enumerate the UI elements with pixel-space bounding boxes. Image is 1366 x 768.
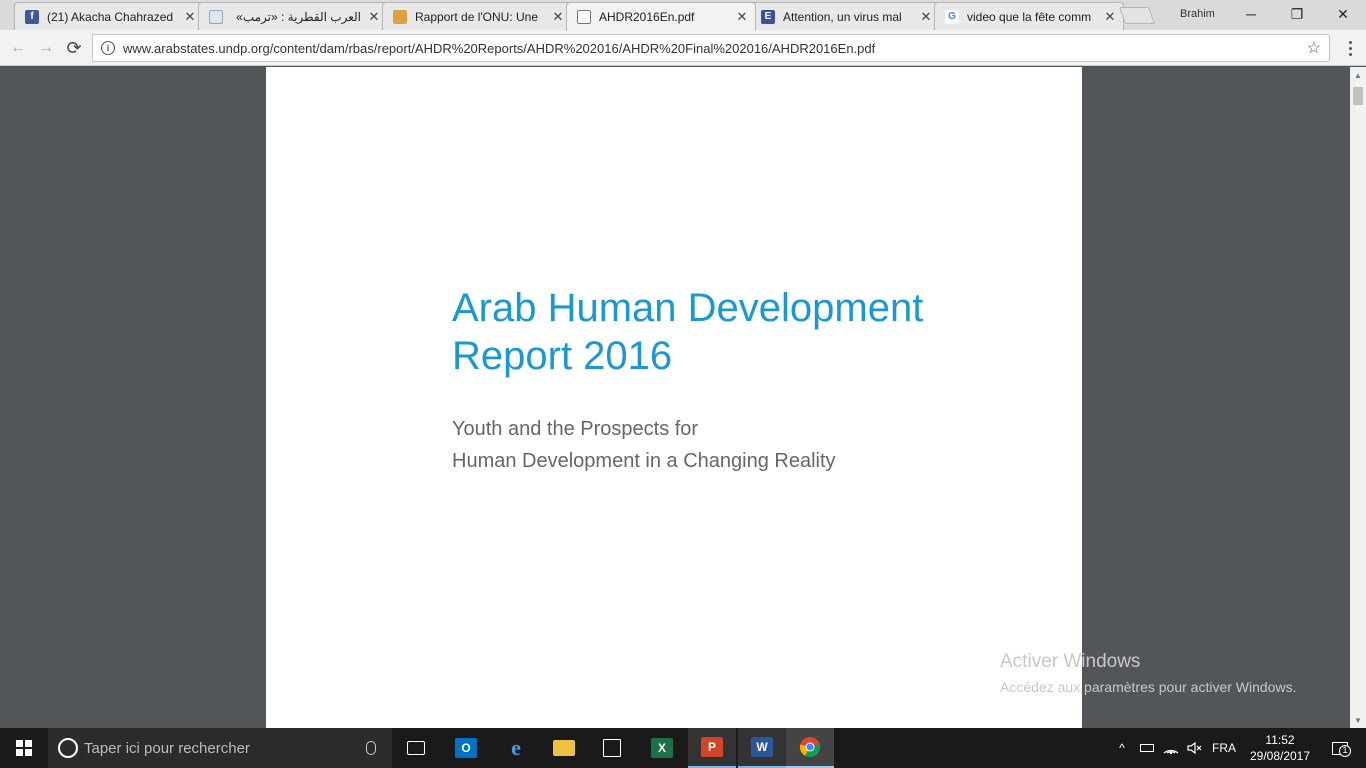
bookmark-star-icon[interactable]: ☆ — [1307, 38, 1321, 58]
activate-windows-watermark: Activer Windows Accédez aux paramètres p… — [1000, 651, 1296, 695]
scroll-down-arrow-icon[interactable]: ▼ — [1350, 712, 1366, 728]
page-icon — [209, 9, 223, 24]
pdf-page: Arab Human Development Report 2016 Youth… — [266, 67, 1082, 728]
tab-alarab[interactable]: العرب القطرية : «ترمب» ✕ — [198, 2, 388, 30]
google-icon: G — [945, 9, 959, 24]
volume-muted-icon[interactable] — [1184, 728, 1206, 768]
tab-title: Attention, un virus mal — [783, 9, 902, 24]
tab-title: video que la fête comm — [967, 9, 1092, 24]
wifi-icon[interactable] — [1160, 728, 1182, 768]
close-tab-icon[interactable]: ✕ — [183, 9, 197, 25]
clock-date: 29/08/2017 — [1249, 749, 1311, 763]
outlook-button[interactable]: O — [442, 728, 490, 768]
tab-rapport-onu[interactable]: Rapport de l'ONU: Une ✕ — [382, 2, 572, 30]
watermark-text: Accédez aux paramètres pour activer Wind… — [1000, 679, 1297, 695]
close-tab-icon[interactable]: ✕ — [735, 9, 749, 25]
browser-menu-button[interactable] — [1340, 38, 1360, 58]
store-icon — [603, 739, 621, 757]
document-title-line2: Report 2016 — [452, 334, 673, 378]
close-tab-icon[interactable]: ✕ — [367, 9, 381, 25]
forward-button[interactable]: → — [34, 36, 58, 60]
tab-title: العرب القطرية : «ترمب» — [236, 9, 361, 24]
pdf-viewer[interactable]: Arab Human Development Report 2016 Youth… — [0, 67, 1350, 728]
excel-icon: X — [651, 738, 673, 758]
document-subtitle-line1: Youth and the Prospects for — [452, 418, 699, 440]
document-subtitle-line2: Human Development in a Changing Reality — [452, 450, 836, 472]
menu-dot — [1348, 52, 1352, 56]
action-center-button[interactable]: 1 — [1322, 728, 1358, 768]
edge-icon: e — [511, 735, 521, 760]
powerpoint-icon: P — [701, 737, 723, 757]
facebook-icon: f — [25, 9, 39, 24]
watermark-title: Activer Windows — [1000, 651, 1141, 672]
battery-icon[interactable] — [1136, 728, 1158, 768]
chrome-button[interactable] — [786, 728, 834, 768]
restore-button[interactable]: ❐ — [1274, 0, 1320, 28]
address-bar[interactable]: i www.arabstates.undp.org/content/dam/rb… — [92, 34, 1330, 62]
close-window-button[interactable]: ✕ — [1320, 0, 1366, 28]
profile-name[interactable]: Brahim — [1180, 8, 1215, 20]
vertical-scrollbar[interactable]: ▲ ▼ — [1350, 67, 1366, 728]
document-icon — [577, 10, 591, 24]
clock-time: 11:52 — [1265, 733, 1295, 747]
new-tab-button[interactable] — [1118, 7, 1156, 24]
document-subtitle: Youth and the Prospects for Human Develo… — [452, 413, 1052, 477]
tab-facebook[interactable]: f (21) Akacha Chahrazed ✕ — [14, 2, 204, 30]
close-tab-icon[interactable]: ✕ — [919, 9, 933, 25]
minimize-button[interactable]: ─ — [1228, 0, 1274, 28]
search-placeholder: Taper ici pour rechercher — [84, 739, 250, 757]
file-explorer-icon — [553, 740, 575, 756]
cortana-icon — [58, 738, 78, 758]
excel-button[interactable]: X — [638, 728, 686, 768]
windows-logo-icon — [16, 740, 32, 756]
task-view-icon — [407, 741, 425, 755]
microphone-icon[interactable] — [366, 741, 376, 755]
start-button[interactable] — [0, 728, 48, 768]
word-icon: W — [751, 737, 773, 757]
document-title-line1: Arab Human Development — [452, 286, 924, 330]
notification-icon: 1 — [1332, 741, 1351, 757]
site-icon — [393, 9, 407, 24]
reload-button[interactable]: ⟳ — [62, 36, 86, 60]
edge-button[interactable]: e — [492, 728, 540, 768]
tab-strip: f (21) Akacha Chahrazed ✕ العرب القطرية … — [0, 0, 1366, 31]
url-text[interactable]: www.arabstates.undp.org/content/dam/rbas… — [123, 41, 1307, 56]
close-tab-icon[interactable]: ✕ — [551, 9, 565, 25]
language-indicator[interactable]: FRA — [1208, 728, 1240, 768]
tab-title: Rapport de l'ONU: Une — [415, 9, 539, 24]
tab-title: AHDR2016En.pdf — [599, 10, 695, 24]
clock[interactable]: 11:52 29/08/2017 — [1244, 732, 1316, 764]
scroll-thumb[interactable] — [1353, 87, 1363, 105]
powerpoint-button[interactable]: P — [688, 728, 736, 768]
taskbar: Taper ici pour rechercher O e X P W ^ FR… — [0, 728, 1366, 768]
menu-dot — [1348, 40, 1352, 44]
task-view-button[interactable] — [392, 728, 440, 768]
tray-overflow-button[interactable]: ^ — [1110, 728, 1134, 768]
e-site-icon: E — [761, 9, 775, 24]
site-info-icon[interactable]: i — [101, 41, 115, 55]
tab-attention-virus[interactable]: E Attention, un virus mal ✕ — [750, 2, 940, 30]
document-title: Arab Human Development Report 2016 — [452, 284, 1052, 380]
tab-pdf[interactable]: AHDR2016En.pdf ✕ — [566, 2, 756, 31]
notification-count: 1 — [1339, 744, 1351, 757]
back-button[interactable]: ← — [6, 36, 30, 60]
menu-dot — [1348, 46, 1352, 50]
chrome-icon — [799, 737, 821, 758]
store-button[interactable] — [588, 728, 636, 768]
browser-toolbar: ← → ⟳ i www.arabstates.undp.org/content/… — [0, 30, 1366, 66]
taskbar-search-box[interactable]: Taper ici pour rechercher — [48, 728, 392, 768]
close-tab-icon[interactable]: ✕ — [1103, 9, 1117, 25]
word-button[interactable]: W — [738, 728, 786, 768]
tab-title: (21) Akacha Chahrazed — [47, 9, 174, 24]
file-explorer-button[interactable] — [540, 728, 588, 768]
scroll-up-arrow-icon[interactable]: ▲ — [1350, 67, 1366, 83]
tab-google[interactable]: G video que la fête comm ✕ — [934, 2, 1124, 30]
outlook-icon: O — [455, 738, 477, 758]
